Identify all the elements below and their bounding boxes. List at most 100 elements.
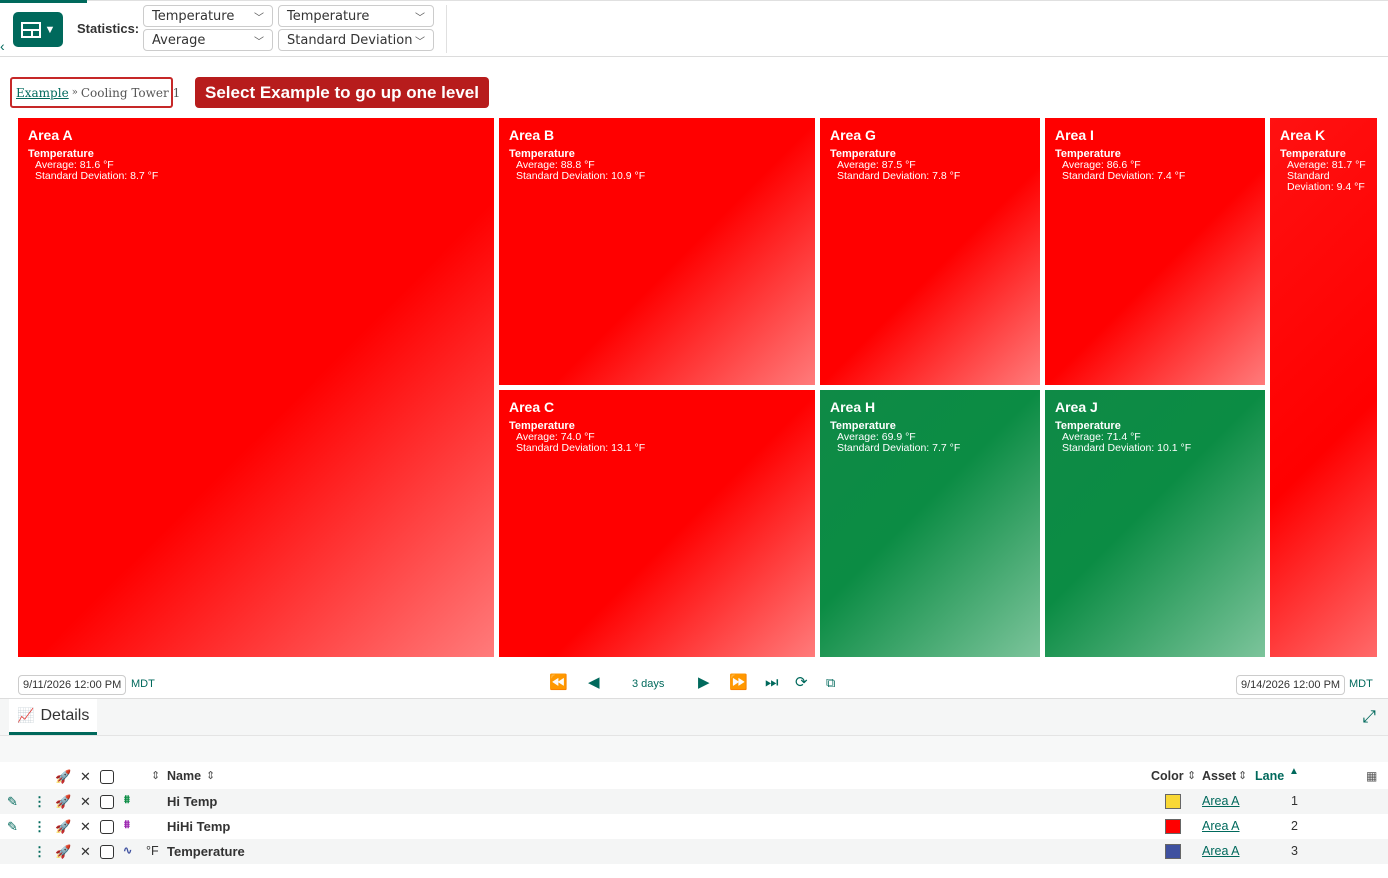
tile-std-dev: Standard Deviation: 9.4 °F: [1287, 170, 1365, 193]
remove-icon[interactable]: ✕: [80, 844, 91, 860]
tile-std-dev: Standard Deviation: 7.8 °F: [837, 170, 961, 182]
edit-icon[interactable]: ✎: [7, 794, 18, 810]
chart-icon: 📈: [17, 707, 35, 723]
tile-std-dev: Standard Deviation: 7.4 °F: [1062, 170, 1186, 182]
more-options-icon[interactable]: ⋮: [33, 844, 46, 860]
statistic-1-signal-select[interactable]: Temperature ﹀: [143, 5, 273, 27]
tile-std-dev: Standard Deviation: 13.1 °F: [516, 442, 646, 454]
row-checkbox[interactable]: [100, 820, 114, 834]
treemap-view-icon: [20, 21, 41, 38]
step-back-icon[interactable]: ◀: [588, 674, 600, 692]
edit-icon[interactable]: ✎: [7, 819, 18, 835]
step-forward-icon[interactable]: ▶: [698, 674, 710, 692]
toolbar-top-border: [87, 0, 1388, 1]
duration-value[interactable]: 3 days: [632, 678, 664, 690]
collapse-chevron-icon[interactable]: ‹: [0, 38, 5, 54]
rocket-icon[interactable]: 🚀: [55, 794, 71, 810]
sort-icon[interactable]: ⇕: [1187, 769, 1196, 782]
treemap-tile-area-b[interactable]: Area B Temperature Average: 88.8 °F Stan…: [499, 118, 815, 385]
chevron-down-icon: ﹀: [254, 12, 264, 24]
tile-title: Area C: [509, 399, 555, 415]
signal-icon: ∿: [123, 845, 133, 857]
column-settings-icon[interactable]: ▦: [1366, 769, 1377, 783]
details-panel: 📈 Details ⤢ 🚀 ✕ ⇕ Name ⇕ Color ⇕ Asset ⇕…: [0, 698, 1388, 878]
column-header-lane[interactable]: Lane: [1255, 769, 1284, 783]
table-header-row: 🚀 ✕ ⇕ Name ⇕ Color ⇕ Asset ⇕ Lane ▲ ▦: [0, 764, 1388, 789]
remove-all-icon[interactable]: ✕: [80, 769, 91, 785]
tile-title: Area G: [830, 127, 876, 143]
tile-title: Area K: [1280, 127, 1326, 143]
sort-icon[interactable]: ⇕: [206, 769, 215, 782]
end-date-field[interactable]: 9/14/2026 12:00 PM: [1236, 675, 1346, 695]
row-checkbox[interactable]: [100, 845, 114, 859]
asset-link[interactable]: Area A: [1202, 844, 1240, 858]
column-header-asset[interactable]: Asset: [1202, 769, 1236, 783]
table-row[interactable]: ✎ ⋮ 🚀 ✕ ⩩ Hi Temp Area A 1: [0, 789, 1388, 814]
tile-title: Area I: [1055, 127, 1094, 143]
color-swatch[interactable]: [1165, 794, 1181, 809]
asset-link[interactable]: Area A: [1202, 794, 1240, 808]
lane-value: 3: [1291, 844, 1298, 858]
instruction-callout: Select Example to go up one level: [195, 77, 489, 108]
column-header-color[interactable]: Color: [1151, 769, 1184, 783]
details-header: 📈 Details ⤢: [0, 699, 1388, 736]
select-value: Average: [152, 32, 206, 48]
table-row[interactable]: ✎ ⋮ 🚀 ✕ ⩩ HiHi Temp Area A 2: [0, 814, 1388, 839]
treemap-tile-area-c[interactable]: Area C Temperature Average: 74.0 °F Stan…: [499, 390, 815, 657]
time-range-bar: 9/11/2026 12:00 PM MDT ⏪ ◀ 3 days ▶ ⏩ ⏭ …: [0, 670, 1388, 697]
treemap-tile-area-a[interactable]: Area A Temperature Average: 81.6 °F Stan…: [18, 118, 494, 657]
table-row[interactable]: ⋮ 🚀 ✕ ∿ °F Temperature Area A 3: [0, 839, 1388, 864]
sort-icon[interactable]: ⇕: [1238, 769, 1247, 782]
step-back-full-icon[interactable]: ⏪: [549, 674, 568, 692]
sort-ascending-icon[interactable]: ▲: [1289, 766, 1299, 777]
end-timezone: MDT: [1349, 678, 1373, 690]
start-date-field[interactable]: 9/11/2026 12:00 PM: [18, 675, 127, 695]
treemap-tile-area-h[interactable]: Area H Temperature Average: 69.9 °F Stan…: [820, 390, 1040, 657]
select-all-checkbox[interactable]: [100, 770, 114, 784]
expand-icon[interactable]: ⤢: [1362, 707, 1376, 727]
view-selector-button[interactable]: ▼: [13, 12, 63, 47]
remove-icon[interactable]: ✕: [80, 819, 91, 835]
asset-link[interactable]: Area A: [1202, 819, 1240, 833]
jump-to-now-icon[interactable]: ⏭: [765, 674, 779, 692]
treemap-tile-area-i[interactable]: Area I Temperature Average: 86.6 °F Stan…: [1045, 118, 1265, 385]
chevron-down-icon: ﹀: [415, 36, 425, 48]
toolbar: ‹ ▼ Statistics: Temperature ﹀ Average ﹀ …: [0, 0, 1388, 57]
tab-details[interactable]: 📈 Details: [9, 699, 98, 735]
select-value: Temperature: [287, 8, 370, 24]
column-header-name[interactable]: Name: [167, 769, 201, 783]
sort-icon[interactable]: ⇕: [151, 769, 160, 782]
more-options-icon[interactable]: ⋮: [33, 819, 46, 835]
more-options-icon[interactable]: ⋮: [33, 794, 46, 810]
tile-std-dev: Standard Deviation: 7.7 °F: [837, 442, 961, 454]
rocket-icon[interactable]: 🚀: [55, 819, 71, 835]
row-checkbox[interactable]: [100, 795, 114, 809]
color-swatch[interactable]: [1165, 819, 1181, 834]
rocket-icon[interactable]: 🚀: [55, 844, 71, 860]
step-forward-full-icon[interactable]: ⏩: [729, 674, 748, 692]
tile-std-dev: Standard Deviation: 8.7 °F: [35, 170, 159, 182]
statistic-2-signal-select[interactable]: Temperature ﹀: [278, 5, 434, 27]
breadcrumb-current: Cooling Tower 1: [80, 85, 181, 100]
toolbar-divider: [446, 5, 447, 53]
treemap-tile-area-k[interactable]: Area K Temperature Average: 81.7 °F Stan…: [1270, 118, 1377, 657]
breadcrumb-parent-link[interactable]: Example: [16, 86, 69, 100]
chevron-down-icon: ﹀: [415, 12, 425, 24]
rocket-icon[interactable]: 🚀: [55, 769, 71, 785]
statistic-2-type-select[interactable]: Standard Deviation ﹀: [278, 29, 434, 51]
breadcrumb-separator: »: [71, 87, 78, 98]
treemap-tile-area-j[interactable]: Area J Temperature Average: 71.4 °F Stan…: [1045, 390, 1265, 657]
refresh-icon[interactable]: ⟳: [795, 674, 808, 692]
unit-label: °F: [146, 844, 159, 858]
select-value: Temperature: [152, 8, 235, 24]
tab-details-label: Details: [40, 706, 90, 724]
tile-title: Area B: [509, 127, 555, 143]
tile-std-dev: Standard Deviation: 10.9 °F: [516, 170, 646, 182]
active-tab-indicator: [0, 0, 87, 3]
color-swatch[interactable]: [1165, 844, 1181, 859]
details-toolbar-band: [0, 736, 1388, 762]
time-options-icon[interactable]: ⧉: [826, 674, 835, 692]
statistic-1-type-select[interactable]: Average ﹀: [143, 29, 273, 51]
treemap-tile-area-g[interactable]: Area G Temperature Average: 87.5 °F Stan…: [820, 118, 1040, 385]
remove-icon[interactable]: ✕: [80, 794, 91, 810]
